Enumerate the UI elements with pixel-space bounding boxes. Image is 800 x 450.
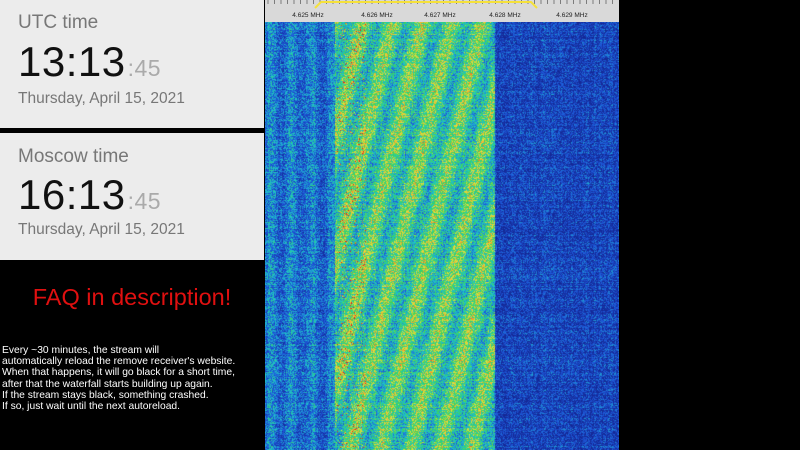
utc-clock-panel: UTC time 13:13:45 Thursday, April 15, 20… xyxy=(0,0,264,128)
utc-time-label: UTC time xyxy=(18,12,99,33)
frequency-tick-label: 4.629 MHz xyxy=(556,12,587,19)
moscow-clock-panel: Moscow time 16:13:45 Thursday, April 15,… xyxy=(0,133,264,260)
waterfall-spectrogram[interactable] xyxy=(265,22,619,450)
utc-date: Thursday, April 15, 2021 xyxy=(18,90,185,107)
utc-hours-minutes: 13:13 xyxy=(18,38,126,85)
right-margin xyxy=(619,0,800,450)
moscow-date: Thursday, April 15, 2021 xyxy=(18,221,185,238)
notice-line: When that happens, it will go black for … xyxy=(2,367,235,379)
frequency-tick-label: 4.626 MHz xyxy=(361,12,392,19)
notice-line: If the stream stays black, something cra… xyxy=(2,389,209,401)
notice-line: Every ~30 minutes, the stream will xyxy=(2,345,160,356)
frequency-tick-label: 4.627 MHz xyxy=(424,12,455,19)
frequency-tick-label: 4.628 MHz xyxy=(489,12,520,19)
moscow-seconds: :45 xyxy=(127,188,162,214)
faq-heading: FAQ in description! xyxy=(32,284,232,310)
frequency-tick-label: 4.625 MHz xyxy=(292,12,323,19)
moscow-hours-minutes: 16:13 xyxy=(18,171,126,218)
waterfall-panel: 4.625 MHz 4.626 MHz 4.627 MHz 4.628 MHz … xyxy=(265,0,619,450)
stream-notice: Every ~30 minutes, the stream will autom… xyxy=(2,345,264,412)
notice-line: automatically reload the remove receiver… xyxy=(2,356,236,368)
notice-line: after that the waterfall starts building… xyxy=(2,378,213,390)
frequency-scale[interactable]: 4.625 MHz 4.626 MHz 4.627 MHz 4.628 MHz … xyxy=(265,0,619,22)
moscow-time-display: 16:13:45 xyxy=(18,171,161,219)
utc-time-display: 13:13:45 xyxy=(18,38,161,86)
notice-line: If so, just wait until the next autorelo… xyxy=(2,401,181,413)
moscow-time-label: Moscow time xyxy=(18,146,129,167)
utc-seconds: :45 xyxy=(127,55,162,81)
